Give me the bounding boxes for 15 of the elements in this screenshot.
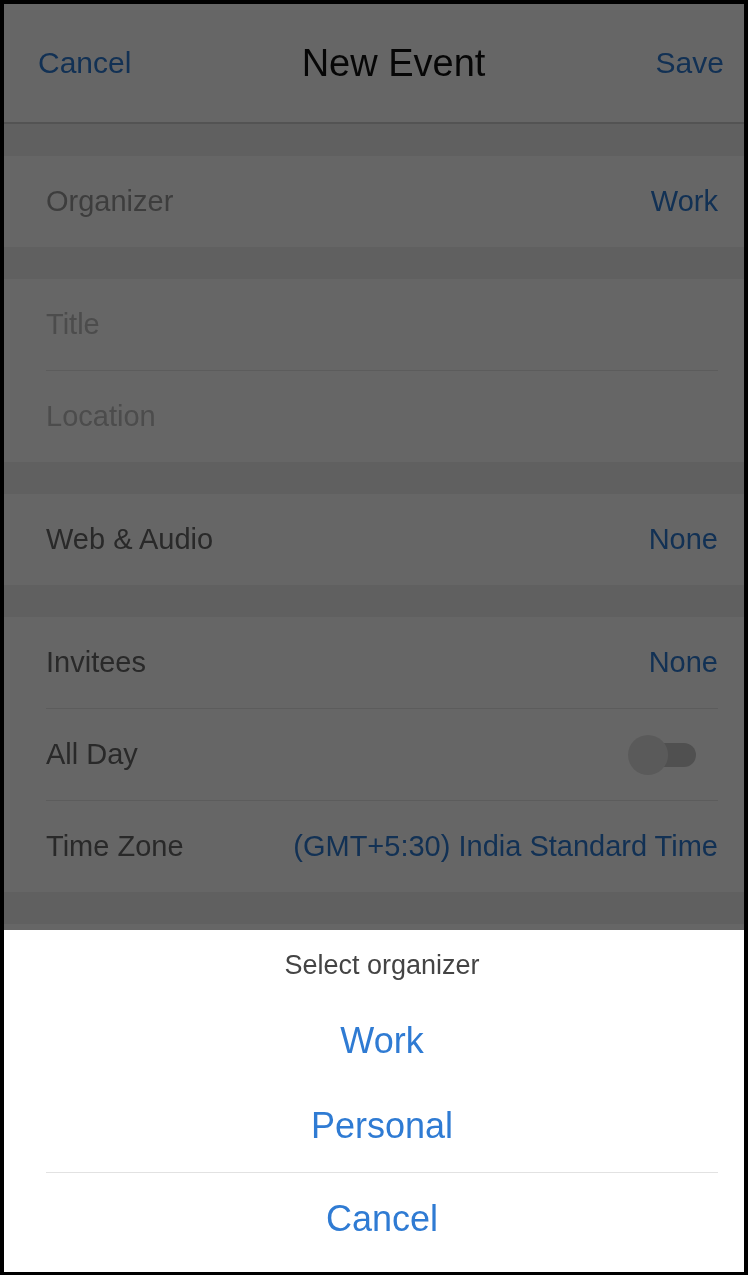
field-label: Invitees	[46, 646, 146, 679]
field-label: Web & Audio	[46, 523, 214, 556]
screen-title: New Event	[301, 41, 486, 85]
save-button[interactable]: Save	[655, 46, 724, 80]
sheet-option[interactable]: Personal	[290, 1080, 474, 1172]
field-value[interactable]: (GMT+5:30) India Standard Time	[293, 830, 718, 863]
sheet-option[interactable]: Work	[320, 1002, 444, 1080]
field-label: Time Zone	[46, 830, 184, 863]
field-value[interactable]: Work	[650, 185, 718, 218]
sheet-cancel-button[interactable]: Cancel	[305, 1173, 459, 1265]
field-value[interactable]: None	[648, 646, 718, 679]
cancel-button[interactable]: Cancel	[38, 46, 132, 80]
field-label: All Day	[46, 738, 138, 771]
sheet-title: Select organizer	[284, 950, 480, 982]
field-value[interactable]: None	[648, 523, 718, 556]
